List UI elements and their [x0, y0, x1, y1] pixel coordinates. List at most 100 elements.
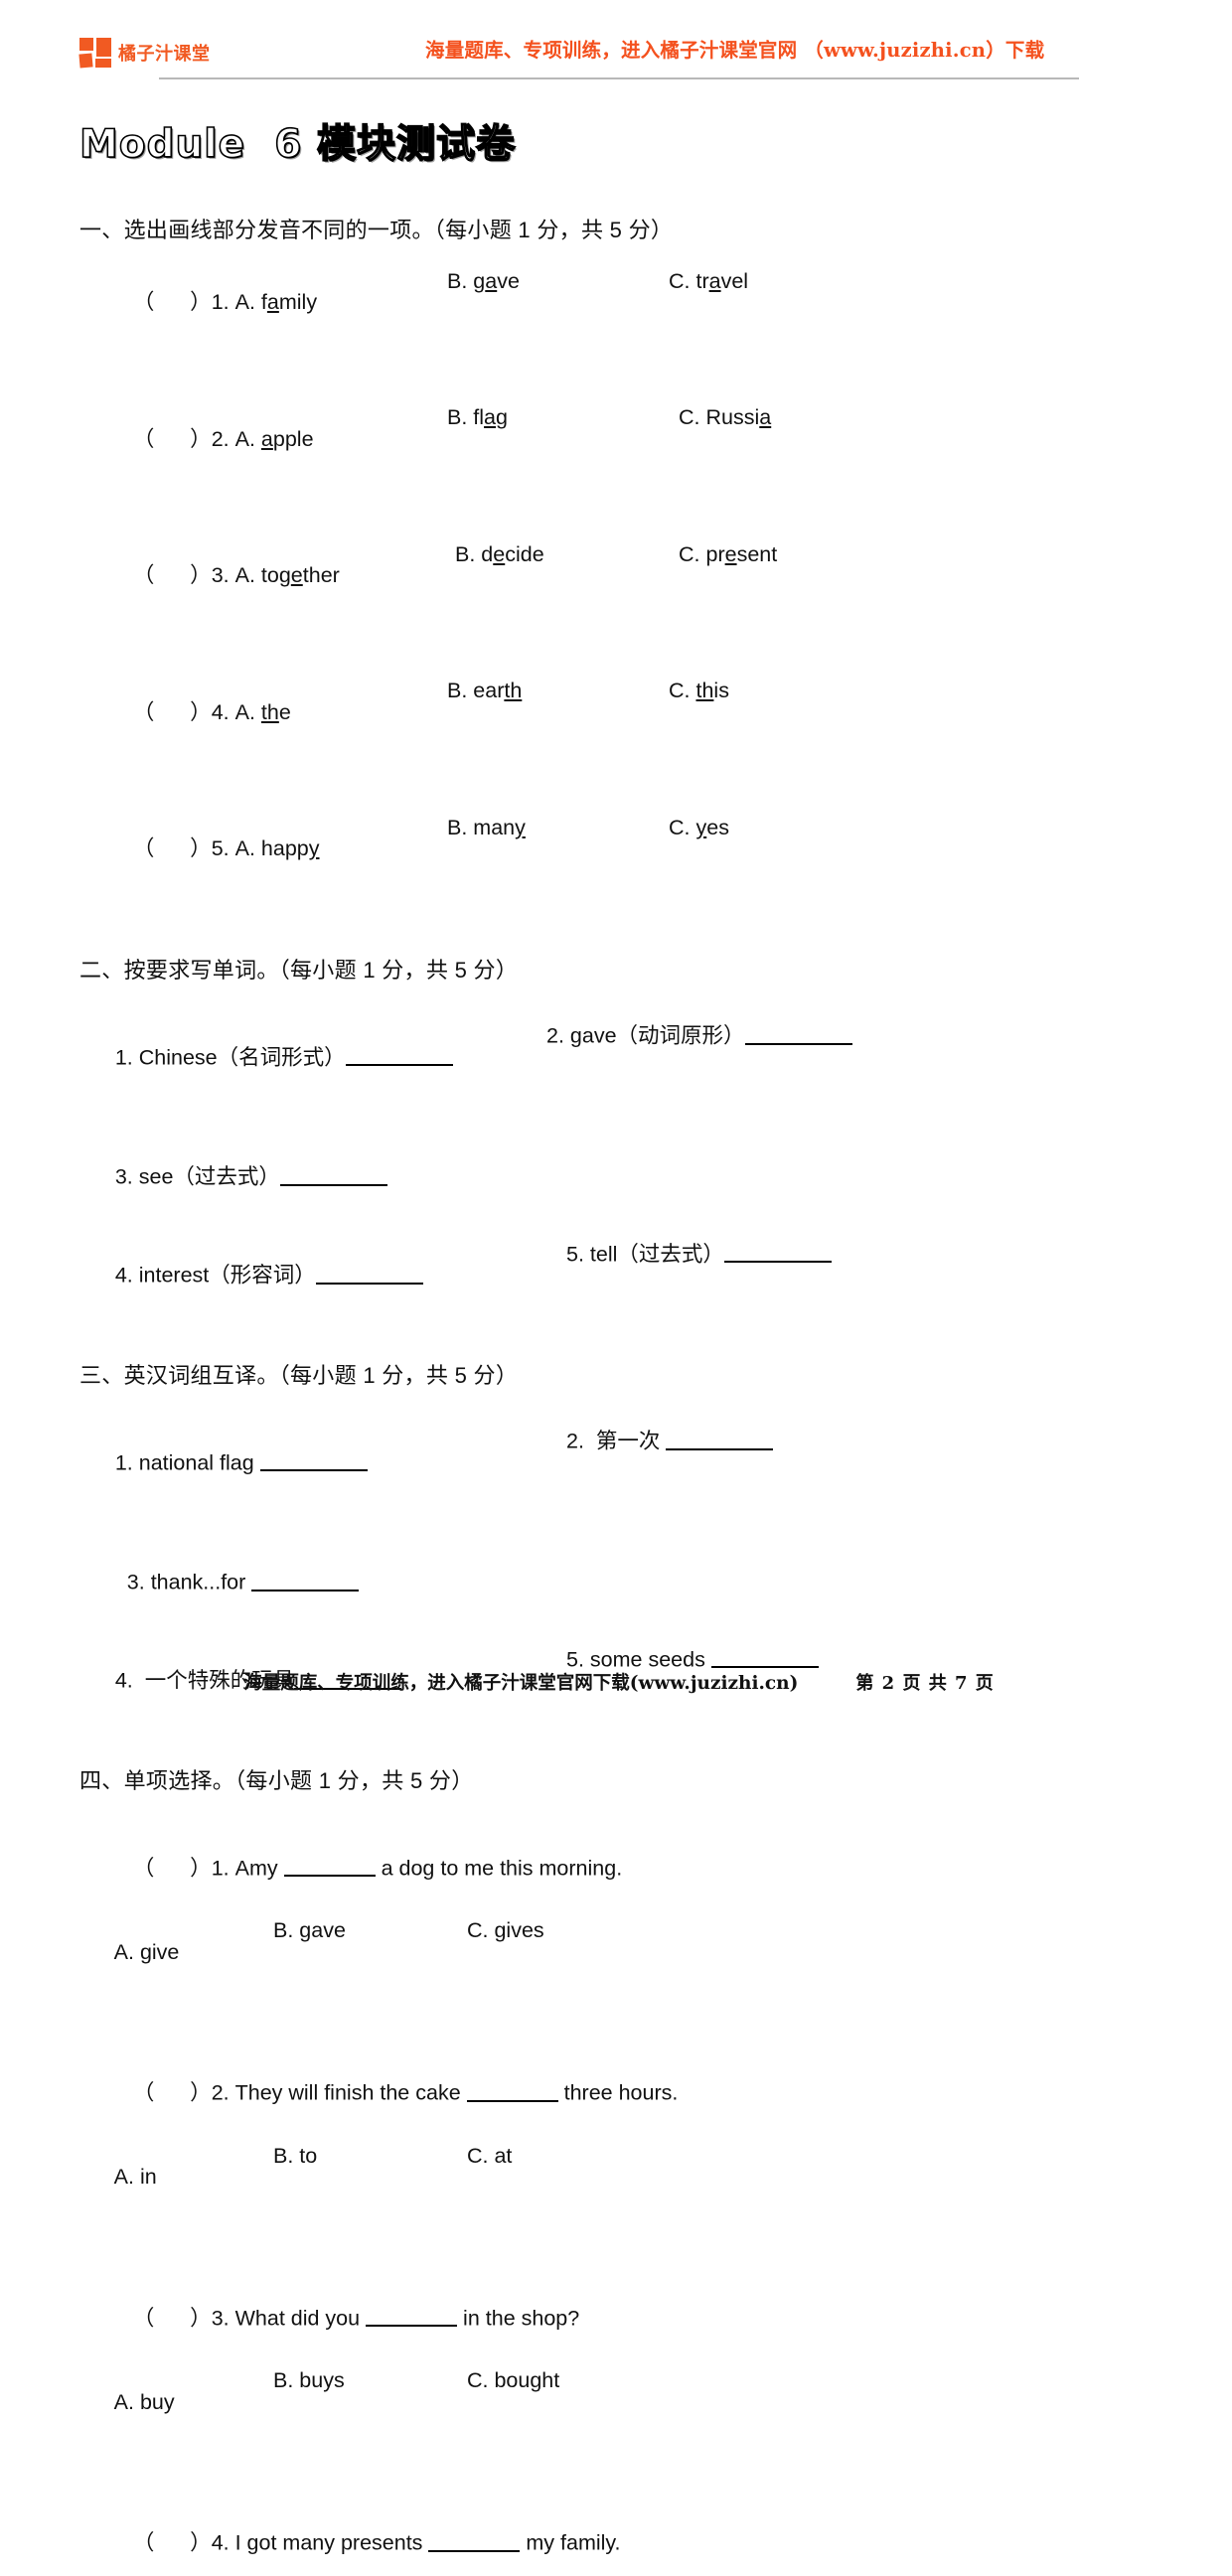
choice-question-4: （ ）4. I got many presents my family. — [97, 2507, 1153, 2576]
brand-name: 橘子汁课堂 — [118, 44, 211, 65]
word-form-item-5: 5. tell（过去式） — [566, 1240, 832, 1266]
question-stem-pre: Amy — [234, 1856, 284, 1881]
answer-blank[interactable] — [666, 1427, 774, 1450]
option-a[interactable]: A. family — [235, 290, 317, 314]
choice-options-3: A. buy B. buys C. bought — [79, 2370, 1153, 2478]
answer-blank[interactable] — [251, 1568, 360, 1591]
pronunciation-item-2: （ ）2. A. apple B. flag C. Russia — [97, 407, 1153, 515]
pronunciation-item-4: （ ）4. A. the B. earth C. this — [97, 681, 1153, 788]
orange-squares-logo-icon — [78, 38, 111, 69]
answer-blank[interactable] — [315, 1261, 423, 1285]
answer-blank[interactable] — [710, 1645, 819, 1669]
answer-blank[interactable] — [466, 2078, 558, 2102]
item-number: 2. — [211, 426, 230, 451]
option-c[interactable]: C. yes — [669, 817, 729, 839]
option-b[interactable]: B. buys — [273, 2370, 345, 2392]
word-form-line-3: 4. interest（形容词） 5. tell（过去式） — [79, 1240, 1153, 1330]
footer-promo-text: 海量题库、专项训练，进入橘子汁课堂官网下载(www.juzizhi.cn) — [243, 1673, 799, 1694]
option-b[interactable]: B. many — [447, 817, 526, 839]
translation-item-1: 1. national flag — [114, 1450, 260, 1475]
translation-line-1: 1. national flag 2. 第一次 — [79, 1427, 1153, 1517]
choice-question-3: （ ）3. What did you in the shop? — [97, 2282, 1153, 2350]
translation-item-5: 5. some seeds — [566, 1645, 819, 1671]
item-number: 1. — [211, 1856, 230, 1881]
option-c[interactable]: C. Russia — [679, 407, 771, 429]
section-heading-4: 四、单项选择。（每小题 1 分，共 5 分） — [79, 1768, 474, 1794]
option-c[interactable]: C. travel — [669, 270, 748, 293]
answer-blank[interactable] — [744, 1021, 852, 1045]
option-a[interactable]: A. happy — [235, 836, 320, 860]
option-a[interactable]: A. the — [235, 700, 291, 724]
question-stem-pre: I got many presents — [234, 2530, 429, 2555]
option-a[interactable]: A. buy — [114, 2390, 175, 2414]
word-form-line-2: 3. see（过去式） — [79, 1141, 1153, 1210]
section-heading-1: 一、选出画线部分发音不同的一项。（每小题 1 分，共 5 分） — [79, 217, 674, 242]
choice-question-1: （ ）1. Amy a dog to me this morning. — [97, 1832, 1153, 1900]
header-promo-text: 海量题库、专项训练，进入橘子汁课堂官网 （www.juzizhi.cn）下载 — [425, 39, 1045, 62]
item-number: 1. — [211, 290, 230, 315]
translation-line-2: 3. thank...for — [79, 1547, 1153, 1615]
choice-options-1: A. give B. gave C. gives — [79, 1920, 1153, 2028]
question-stem-post: a dog to me this morning. — [375, 1856, 623, 1881]
pronunciation-item-3: （ ）3. A. together B. decide C. present — [97, 543, 1153, 652]
question-stem-pre: They will finish the cake — [234, 2080, 467, 2105]
answer-blank[interactable] — [366, 2304, 458, 2328]
option-c[interactable]: C. bought — [467, 2370, 559, 2392]
item-number: 3. — [211, 563, 230, 588]
answer-bracket[interactable]: （ ） — [133, 427, 212, 451]
choice-question-2: （ ）2. They will finish the cake three ho… — [97, 2057, 1153, 2126]
option-c[interactable]: C. gives — [467, 1920, 544, 1942]
option-b[interactable]: B. to — [273, 2145, 317, 2168]
answer-blank[interactable] — [283, 1854, 376, 1878]
section-heading-3: 三、英汉词组互译。（每小题 1 分，共 5 分） — [79, 1363, 519, 1389]
answer-blank[interactable] — [428, 2528, 521, 2552]
exam-content: 一、选出画线部分发音不同的一项。（每小题 1 分，共 5 分） （ ）1. A.… — [79, 217, 1153, 2576]
question-stem-post: my family. — [520, 2530, 621, 2555]
page-number: 第 2 页 共 7 页 — [855, 1673, 995, 1694]
question-stem-pre: What did you — [234, 2306, 367, 2331]
document-page: 橘子汁课堂 海量题库、专项训练，进入橘子汁课堂官网 （www.juzizhi.c… — [0, 0, 1232, 2554]
word-form-item-4: 4. interest（形容词） — [114, 1263, 316, 1288]
option-b[interactable]: B. gave — [447, 270, 520, 293]
choice-options-2: A. in B. to C. at — [79, 2145, 1153, 2253]
option-c[interactable]: C. present — [679, 543, 777, 566]
item-number: 4. — [211, 2530, 230, 2555]
word-form-item-1: 1. Chinese（名词形式） — [114, 1045, 346, 1070]
answer-blank[interactable] — [723, 1240, 832, 1264]
answer-bracket[interactable]: （ ） — [133, 2306, 212, 2330]
option-c[interactable]: C. at — [467, 2145, 512, 2168]
answer-bracket[interactable]: （ ） — [133, 2531, 212, 2555]
option-b[interactable]: B. earth — [447, 681, 522, 702]
item-number: 5. — [211, 836, 230, 861]
translation-item-3: 3. thank...for — [114, 1570, 252, 1594]
brand-logo: 橘子汁课堂 — [78, 38, 211, 69]
page-header: 橘子汁课堂 海量题库、专项训练，进入橘子汁课堂官网 （www.juzizhi.c… — [78, 0, 1153, 83]
item-number: 3. — [211, 2306, 230, 2331]
answer-blank[interactable] — [345, 1043, 453, 1067]
answer-bracket[interactable]: （ ） — [133, 290, 212, 314]
pronunciation-item-1: （ ）1. A. family B. gave C. travel — [97, 270, 1153, 379]
item-number: 4. — [211, 699, 230, 724]
pronunciation-item-5: （ ）5. A. happy B. many C. yes — [97, 817, 1153, 925]
word-form-line-1: 1. Chinese（名词形式） 2. gave（动词原形） — [79, 1021, 1153, 1112]
question-stem-post: in the shop? — [457, 2306, 580, 2331]
answer-blank[interactable] — [279, 1162, 387, 1186]
option-a[interactable]: A. in — [114, 2165, 157, 2189]
option-a[interactable]: A. give — [114, 1940, 180, 1964]
answer-bracket[interactable]: （ ） — [133, 1856, 212, 1880]
option-b[interactable]: B. flag — [447, 407, 508, 429]
answer-bracket[interactable]: （ ） — [133, 700, 212, 724]
option-a[interactable]: A. together — [235, 563, 340, 587]
option-b[interactable]: B. gave — [273, 1920, 346, 1942]
page-footer: 海量题库、专项训练，进入橘子汁课堂官网下载(www.juzizhi.cn) 第 … — [79, 1669, 1158, 1695]
option-b[interactable]: B. decide — [455, 543, 544, 566]
page-title: Module 6 模块测试卷 — [78, 121, 516, 167]
answer-blank[interactable] — [259, 1448, 368, 1472]
section-heading-2: 二、按要求写单词。（每小题 1 分，共 5 分） — [79, 958, 519, 984]
answer-bracket[interactable]: （ ） — [133, 2081, 212, 2105]
option-a[interactable]: A. apple — [235, 427, 314, 451]
answer-bracket[interactable]: （ ） — [133, 563, 212, 587]
item-number: 2. — [211, 2080, 230, 2105]
answer-bracket[interactable]: （ ） — [133, 836, 212, 860]
option-c[interactable]: C. this — [669, 681, 729, 702]
